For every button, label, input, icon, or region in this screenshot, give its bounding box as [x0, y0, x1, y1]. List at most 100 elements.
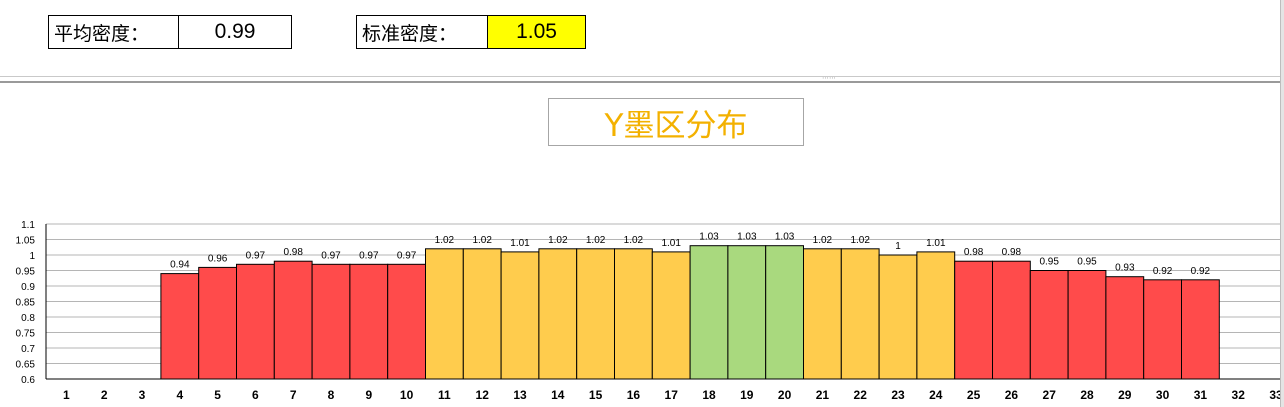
x-tick-label: 18 [702, 388, 716, 402]
bar [689, 245, 729, 380]
x-tick-label: 17 [665, 388, 679, 402]
x-tick-label: 28 [1080, 388, 1094, 402]
density-bar-chart: 0.60.650.70.750.80.850.90.9511.051.11 2 30… [16, 220, 1283, 402]
x-tick-label: 1 [63, 388, 70, 402]
data-label: 1.02 [472, 235, 492, 246]
y-tick-label: 0.9 [21, 282, 35, 293]
x-tick-label: 31 [1194, 388, 1208, 402]
x-tick-label: 11 [438, 388, 451, 402]
x-tick-label: 30 [1156, 388, 1170, 402]
x-tick-label: 8 [328, 388, 335, 402]
bar [1029, 270, 1069, 380]
bar [878, 254, 918, 380]
vertical-scrollbar-edge[interactable] [1280, 0, 1284, 407]
bar [840, 248, 880, 380]
x-tick-label: 29 [1118, 388, 1132, 402]
y-tick-label: 0.8 [21, 313, 35, 324]
x-tick-label: 21 [816, 388, 830, 402]
x-tick-label: 7 [290, 388, 297, 402]
data-label: 1.02 [624, 235, 644, 246]
x-tick-label: 23 [891, 388, 905, 402]
bar [236, 263, 275, 380]
bar [954, 260, 994, 380]
x-tick-label: 13 [513, 388, 527, 402]
data-label: 0.95 [1077, 257, 1097, 268]
bar [425, 248, 464, 380]
data-label: 0.97 [321, 250, 341, 261]
bar [1067, 270, 1107, 380]
x-tick-label: 5 [214, 388, 221, 402]
y-tick-label: 1.05 [16, 236, 36, 247]
x-tick-label: 10 [400, 388, 414, 402]
data-label: 0.98 [964, 247, 984, 258]
bar [803, 248, 842, 380]
data-label: 1.01 [510, 238, 530, 249]
bar [198, 266, 237, 380]
x-tick-label: 4 [176, 388, 183, 402]
data-label: 1.01 [661, 238, 681, 249]
bar [614, 248, 653, 380]
x-tick-label: 3 [139, 388, 146, 402]
x-tick-label: 26 [1005, 388, 1019, 402]
data-label: 0.92 [1153, 266, 1173, 277]
bar [349, 263, 389, 380]
x-tick-label: 14 [551, 388, 565, 402]
bar [273, 260, 313, 380]
x-tick-label: 32 [1232, 388, 1246, 402]
chart-title: Y墨区分布 [548, 98, 804, 146]
data-label: 1.02 [586, 235, 606, 246]
x-tick-label: 19 [740, 388, 754, 402]
x-tick-label: 6 [252, 388, 259, 402]
data-label: 1.03 [737, 232, 757, 243]
x-tick-label: 22 [854, 388, 868, 402]
data-label: 1.03 [775, 232, 795, 243]
bar [387, 263, 427, 380]
bar [1143, 279, 1182, 380]
x-tick-label: 24 [929, 388, 943, 402]
y-tick-label: 0.7 [21, 344, 35, 355]
data-label: 0.92 [1191, 266, 1211, 277]
y-tick-label: 0.65 [16, 360, 36, 371]
y-tick-label: 1 [29, 251, 35, 262]
data-label: 0.93 [1115, 263, 1135, 274]
data-label: 0.97 [246, 250, 266, 261]
bar [538, 248, 578, 380]
data-label: 0.94 [170, 260, 190, 271]
y-tick-label: 0.85 [16, 298, 36, 309]
bar [500, 251, 540, 380]
data-label: 1.02 [850, 235, 870, 246]
bar [1105, 276, 1145, 380]
data-label: 1.01 [926, 238, 946, 249]
x-tick-label: 20 [778, 388, 792, 402]
data-label: 1.02 [435, 235, 455, 246]
data-label: 1.02 [548, 235, 568, 246]
bar [916, 251, 956, 380]
data-label: 0.96 [208, 253, 228, 264]
bar [765, 245, 805, 380]
bar [576, 248, 616, 380]
y-tick-label: 0.95 [16, 267, 36, 278]
bar [1181, 279, 1220, 380]
data-label: 1.02 [813, 235, 833, 246]
x-tick-label: 16 [627, 388, 641, 402]
x-tick-label: 2 [101, 388, 108, 402]
x-tick-label: 12 [476, 388, 490, 402]
bar [992, 260, 1031, 380]
data-label: 0.97 [397, 250, 417, 261]
data-label: 0.97 [359, 250, 379, 261]
bar [727, 245, 767, 380]
x-tick-label: 9 [365, 388, 372, 402]
data-label: 1.03 [699, 232, 719, 243]
x-tick-label: 27 [1043, 388, 1057, 402]
x-tick-label: 25 [967, 388, 981, 402]
data-label: 1 [895, 241, 901, 252]
y-tick-label: 0.6 [21, 375, 35, 386]
bar [462, 248, 502, 380]
x-tick-label: 15 [589, 388, 603, 402]
y-tick-label: 1.1 [21, 220, 35, 231]
data-label: 0.95 [1039, 257, 1059, 268]
data-label: 0.98 [1002, 247, 1022, 258]
bar [311, 263, 351, 380]
bar [651, 251, 691, 380]
y-tick-label: 0.75 [16, 329, 36, 340]
